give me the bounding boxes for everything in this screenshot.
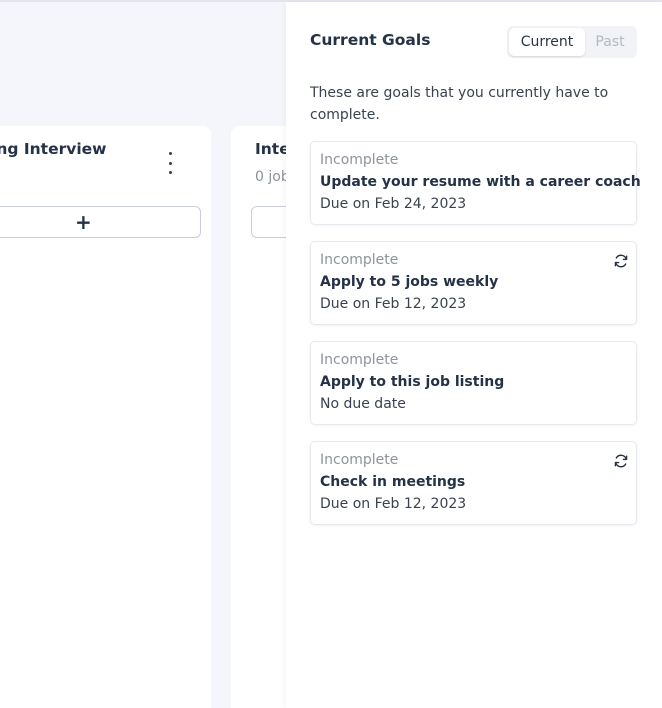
goal-status: Incomplete (320, 452, 399, 468)
board-column-screening-interview: ning Interview + (0, 126, 211, 708)
refresh-icon (614, 454, 628, 468)
goal-card[interactable]: Incomplete Update your resume with a car… (310, 141, 641, 225)
goal-title: Apply to this job listing (320, 374, 505, 390)
tab-current[interactable]: Current (509, 28, 585, 56)
panel-title: Current Goals (310, 31, 431, 49)
goal-card[interactable]: Incomplete Check in meetings Due on Feb … (310, 441, 637, 525)
refresh-icon (614, 254, 628, 268)
goal-status: Incomplete (320, 152, 399, 168)
goal-status: Incomplete (320, 352, 399, 368)
more-vertical-icon[interactable] (160, 152, 180, 174)
goal-title: Check in meetings (320, 474, 466, 490)
goal-card[interactable]: Incomplete Apply to this job listing No … (310, 341, 637, 425)
panel-description: These are goals that you currently have … (310, 85, 609, 123)
goal-due-date: Due on Feb 12, 2023 (320, 296, 467, 312)
goal-status: Incomplete (320, 252, 399, 268)
goal-card[interactable]: Incomplete Apply to 5 jobs weekly Due on… (310, 241, 637, 325)
plus-icon: + (75, 210, 92, 234)
column-job-count: 0 job (255, 169, 290, 185)
goal-title: Update your resume with a career coach (320, 174, 641, 190)
column-title: Inte (255, 140, 290, 158)
goals-tab-toggle: Current Past (507, 26, 637, 58)
column-title: ning Interview (0, 140, 107, 158)
goals-panel: Current Goals Current Past These are goa… (286, 2, 662, 708)
goal-due-date: Due on Feb 12, 2023 (320, 496, 467, 512)
goal-title: Apply to 5 jobs weekly (320, 274, 499, 290)
tab-past[interactable]: Past (585, 28, 635, 56)
goal-due-date: Due on Feb 24, 2023 (320, 196, 467, 212)
add-card-button[interactable]: + (0, 206, 201, 238)
goal-due-date: No due date (320, 396, 406, 412)
